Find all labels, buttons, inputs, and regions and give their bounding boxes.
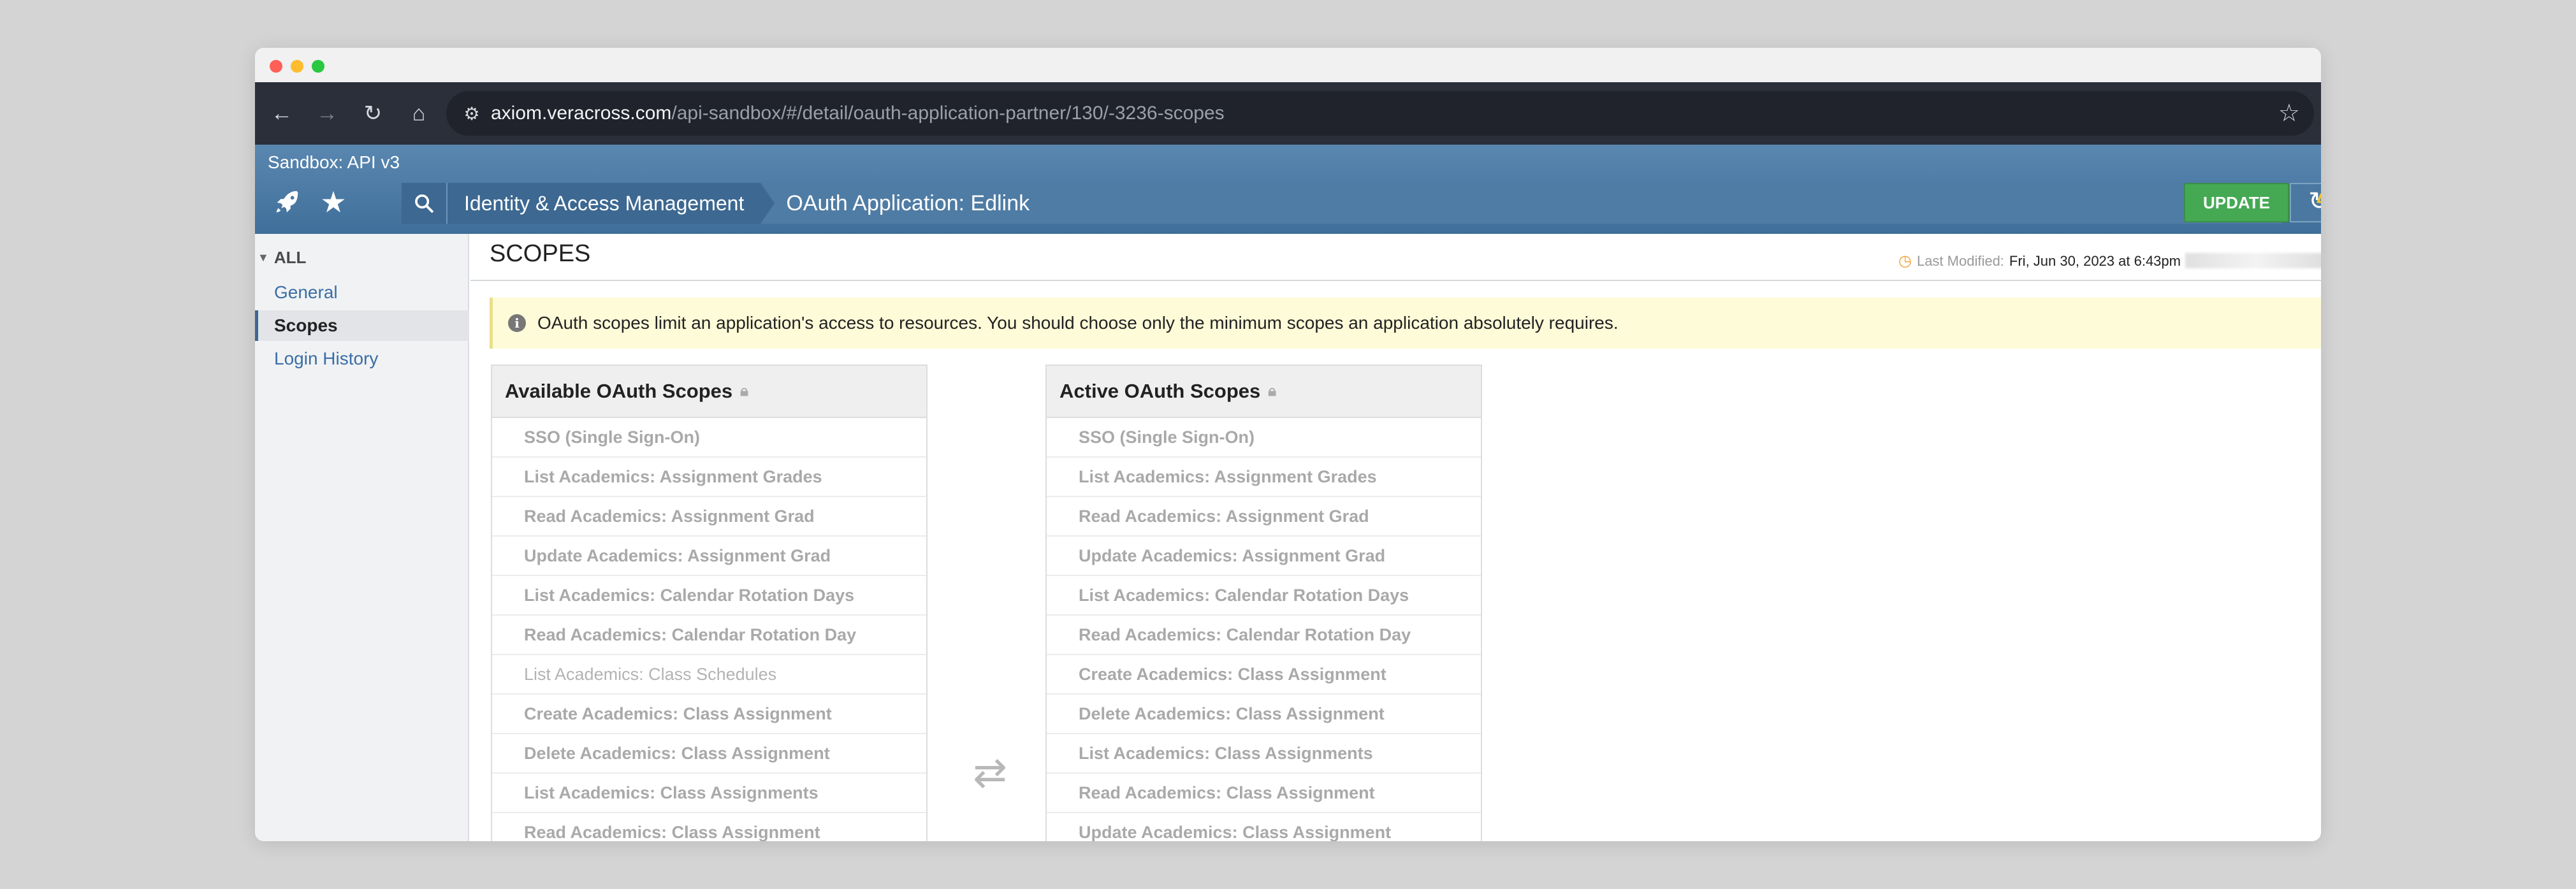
- info-icon: i: [508, 314, 526, 332]
- last-modified: ◷ Last Modified: Fri, Jun 30, 2023 at 6:…: [1898, 252, 2181, 270]
- home-icon[interactable]: ⌂: [403, 98, 435, 129]
- zoom-window-button[interactable]: [312, 60, 324, 73]
- list-item[interactable]: Create Academics: Class Assignment: [492, 695, 926, 734]
- active-scopes-header: Active OAuth Scopes 🔒︎: [1047, 366, 1481, 418]
- back-icon[interactable]: ←: [266, 98, 298, 129]
- sidebar-item-scopes[interactable]: Scopes: [255, 310, 469, 341]
- list-item[interactable]: Update Academics: Class Assignment: [1047, 813, 1481, 842]
- list-item[interactable]: List Academics: Assignment Grades: [492, 458, 926, 497]
- redacted-user: [2185, 253, 2321, 268]
- favorites-star-icon[interactable]: ★: [311, 183, 356, 221]
- list-item[interactable]: SSO (Single Sign-On): [1047, 418, 1481, 458]
- list-item[interactable]: List Academics: Assignment Grades: [1047, 458, 1481, 497]
- sidebar-item-login-history[interactable]: Login History: [255, 343, 469, 374]
- breadcrumb-current: OAuth Application: Edlink: [786, 191, 1030, 215]
- info-message: OAuth scopes limit an application's acce…: [537, 313, 1619, 333]
- available-scopes-panel: Available OAuth Scopes 🔒︎ SSO (Single Si…: [491, 365, 928, 841]
- minimize-window-button[interactable]: [291, 60, 303, 73]
- info-banner: i OAuth scopes limit an application's ac…: [490, 298, 2321, 349]
- list-item[interactable]: SSO (Single Sign-On): [492, 418, 926, 458]
- bookmark-star-icon[interactable]: ☆: [2278, 99, 2300, 127]
- list-item[interactable]: List Academics: Class Schedules: [492, 655, 926, 695]
- sidebar-all-label: ALL: [273, 248, 307, 267]
- caret-down-icon: ▼: [258, 251, 269, 264]
- sandbox-label: Sandbox: API v3: [268, 152, 400, 172]
- clock-icon: ◷: [1898, 252, 1912, 270]
- lock-icon: 🔒︎: [740, 382, 748, 400]
- title-divider: [470, 280, 2321, 281]
- breadcrumb-root[interactable]: Identity & Access Management: [448, 183, 775, 224]
- list-item[interactable]: Read Academics: Calendar Rotation Day: [1047, 616, 1481, 655]
- search-icon-svg: [415, 194, 433, 213]
- list-item[interactable]: Read Academics: Class Assignment: [492, 813, 926, 842]
- content-area: ▼ ALL General Scopes Login History SCOPE…: [255, 234, 2321, 841]
- last-modified-value: Fri, Jun 30, 2023 at 6:43pm: [2009, 252, 2181, 269]
- list-item[interactable]: Update Academics: Assignment Grad: [492, 537, 926, 576]
- last-modified-label: Last Modified:: [1916, 252, 2004, 269]
- window-titlebar: [255, 48, 2321, 82]
- list-item[interactable]: Read Academics: Assignment Grad: [1047, 497, 1481, 537]
- available-scopes-header: Available OAuth Scopes 🔒︎: [492, 366, 926, 418]
- url-host: axiom.veracross.com: [491, 103, 672, 124]
- list-item[interactable]: List Academics: Class Assignments: [1047, 734, 1481, 774]
- active-scopes-panel: Active OAuth Scopes 🔒︎ SSO (Single Sign-…: [1045, 365, 1482, 841]
- reload-icon[interactable]: ↻: [357, 98, 389, 129]
- list-item[interactable]: Create Academics: Class Assignment: [1047, 655, 1481, 695]
- lock-icon: 🔒︎: [1268, 382, 1277, 400]
- browser-window: ← → ↻ ⌂ ⚙ axiom.veracross.com /api-sandb…: [255, 48, 2321, 841]
- list-item[interactable]: List Academics: Class Assignments: [492, 774, 926, 813]
- sidebar-all-toggle[interactable]: ▼ ALL: [258, 248, 306, 268]
- main-panel: SCOPES ◷ Last Modified: Fri, Jun 30, 202…: [470, 234, 2321, 841]
- update-button[interactable]: UPDATE: [2184, 183, 2289, 222]
- rocket-icon-svg: [276, 191, 298, 213]
- close-window-button[interactable]: [270, 60, 282, 73]
- swap-arrows-icon[interactable]: ⇄: [964, 749, 1015, 795]
- available-scopes-title: Available OAuth Scopes: [505, 380, 733, 402]
- browser-toolbar: ← → ↻ ⌂ ⚙ axiom.veracross.com /api-sandb…: [255, 82, 2321, 145]
- site-settings-icon[interactable]: ⚙: [453, 103, 491, 124]
- list-item[interactable]: Delete Academics: Class Assignment: [1047, 695, 1481, 734]
- list-item[interactable]: Update Academics: Assignment Grad: [1047, 537, 1481, 576]
- breadcrumb: Identity & Access Management OAuth Appli…: [402, 183, 2321, 224]
- list-item[interactable]: Read Academics: Assignment Grad: [492, 497, 926, 537]
- app-header: Sandbox: API v3 ★ Identity & Access Mana…: [255, 145, 2321, 234]
- active-scopes-title: Active OAuth Scopes: [1059, 380, 1261, 402]
- forward-icon[interactable]: →: [311, 98, 343, 129]
- search-icon[interactable]: [402, 183, 448, 224]
- rocket-icon[interactable]: [265, 183, 309, 221]
- list-item[interactable]: List Academics: Calendar Rotation Days: [1047, 576, 1481, 616]
- sidebar: ▼ ALL General Scopes Login History: [255, 234, 469, 841]
- url-path: /api-sandbox/#/detail/oauth-application-…: [671, 103, 1225, 124]
- list-item[interactable]: Read Academics: Calendar Rotation Day: [492, 616, 926, 655]
- page-title: SCOPES: [490, 240, 591, 267]
- refresh-icon[interactable]: ↻: [2308, 187, 2321, 217]
- list-item[interactable]: List Academics: Calendar Rotation Days: [492, 576, 926, 616]
- sidebar-item-general[interactable]: General: [255, 277, 469, 308]
- list-item[interactable]: Delete Academics: Class Assignment: [492, 734, 926, 774]
- address-bar[interactable]: ⚙ axiom.veracross.com /api-sandbox/#/det…: [446, 91, 2314, 136]
- list-item[interactable]: Read Academics: Class Assignment: [1047, 774, 1481, 813]
